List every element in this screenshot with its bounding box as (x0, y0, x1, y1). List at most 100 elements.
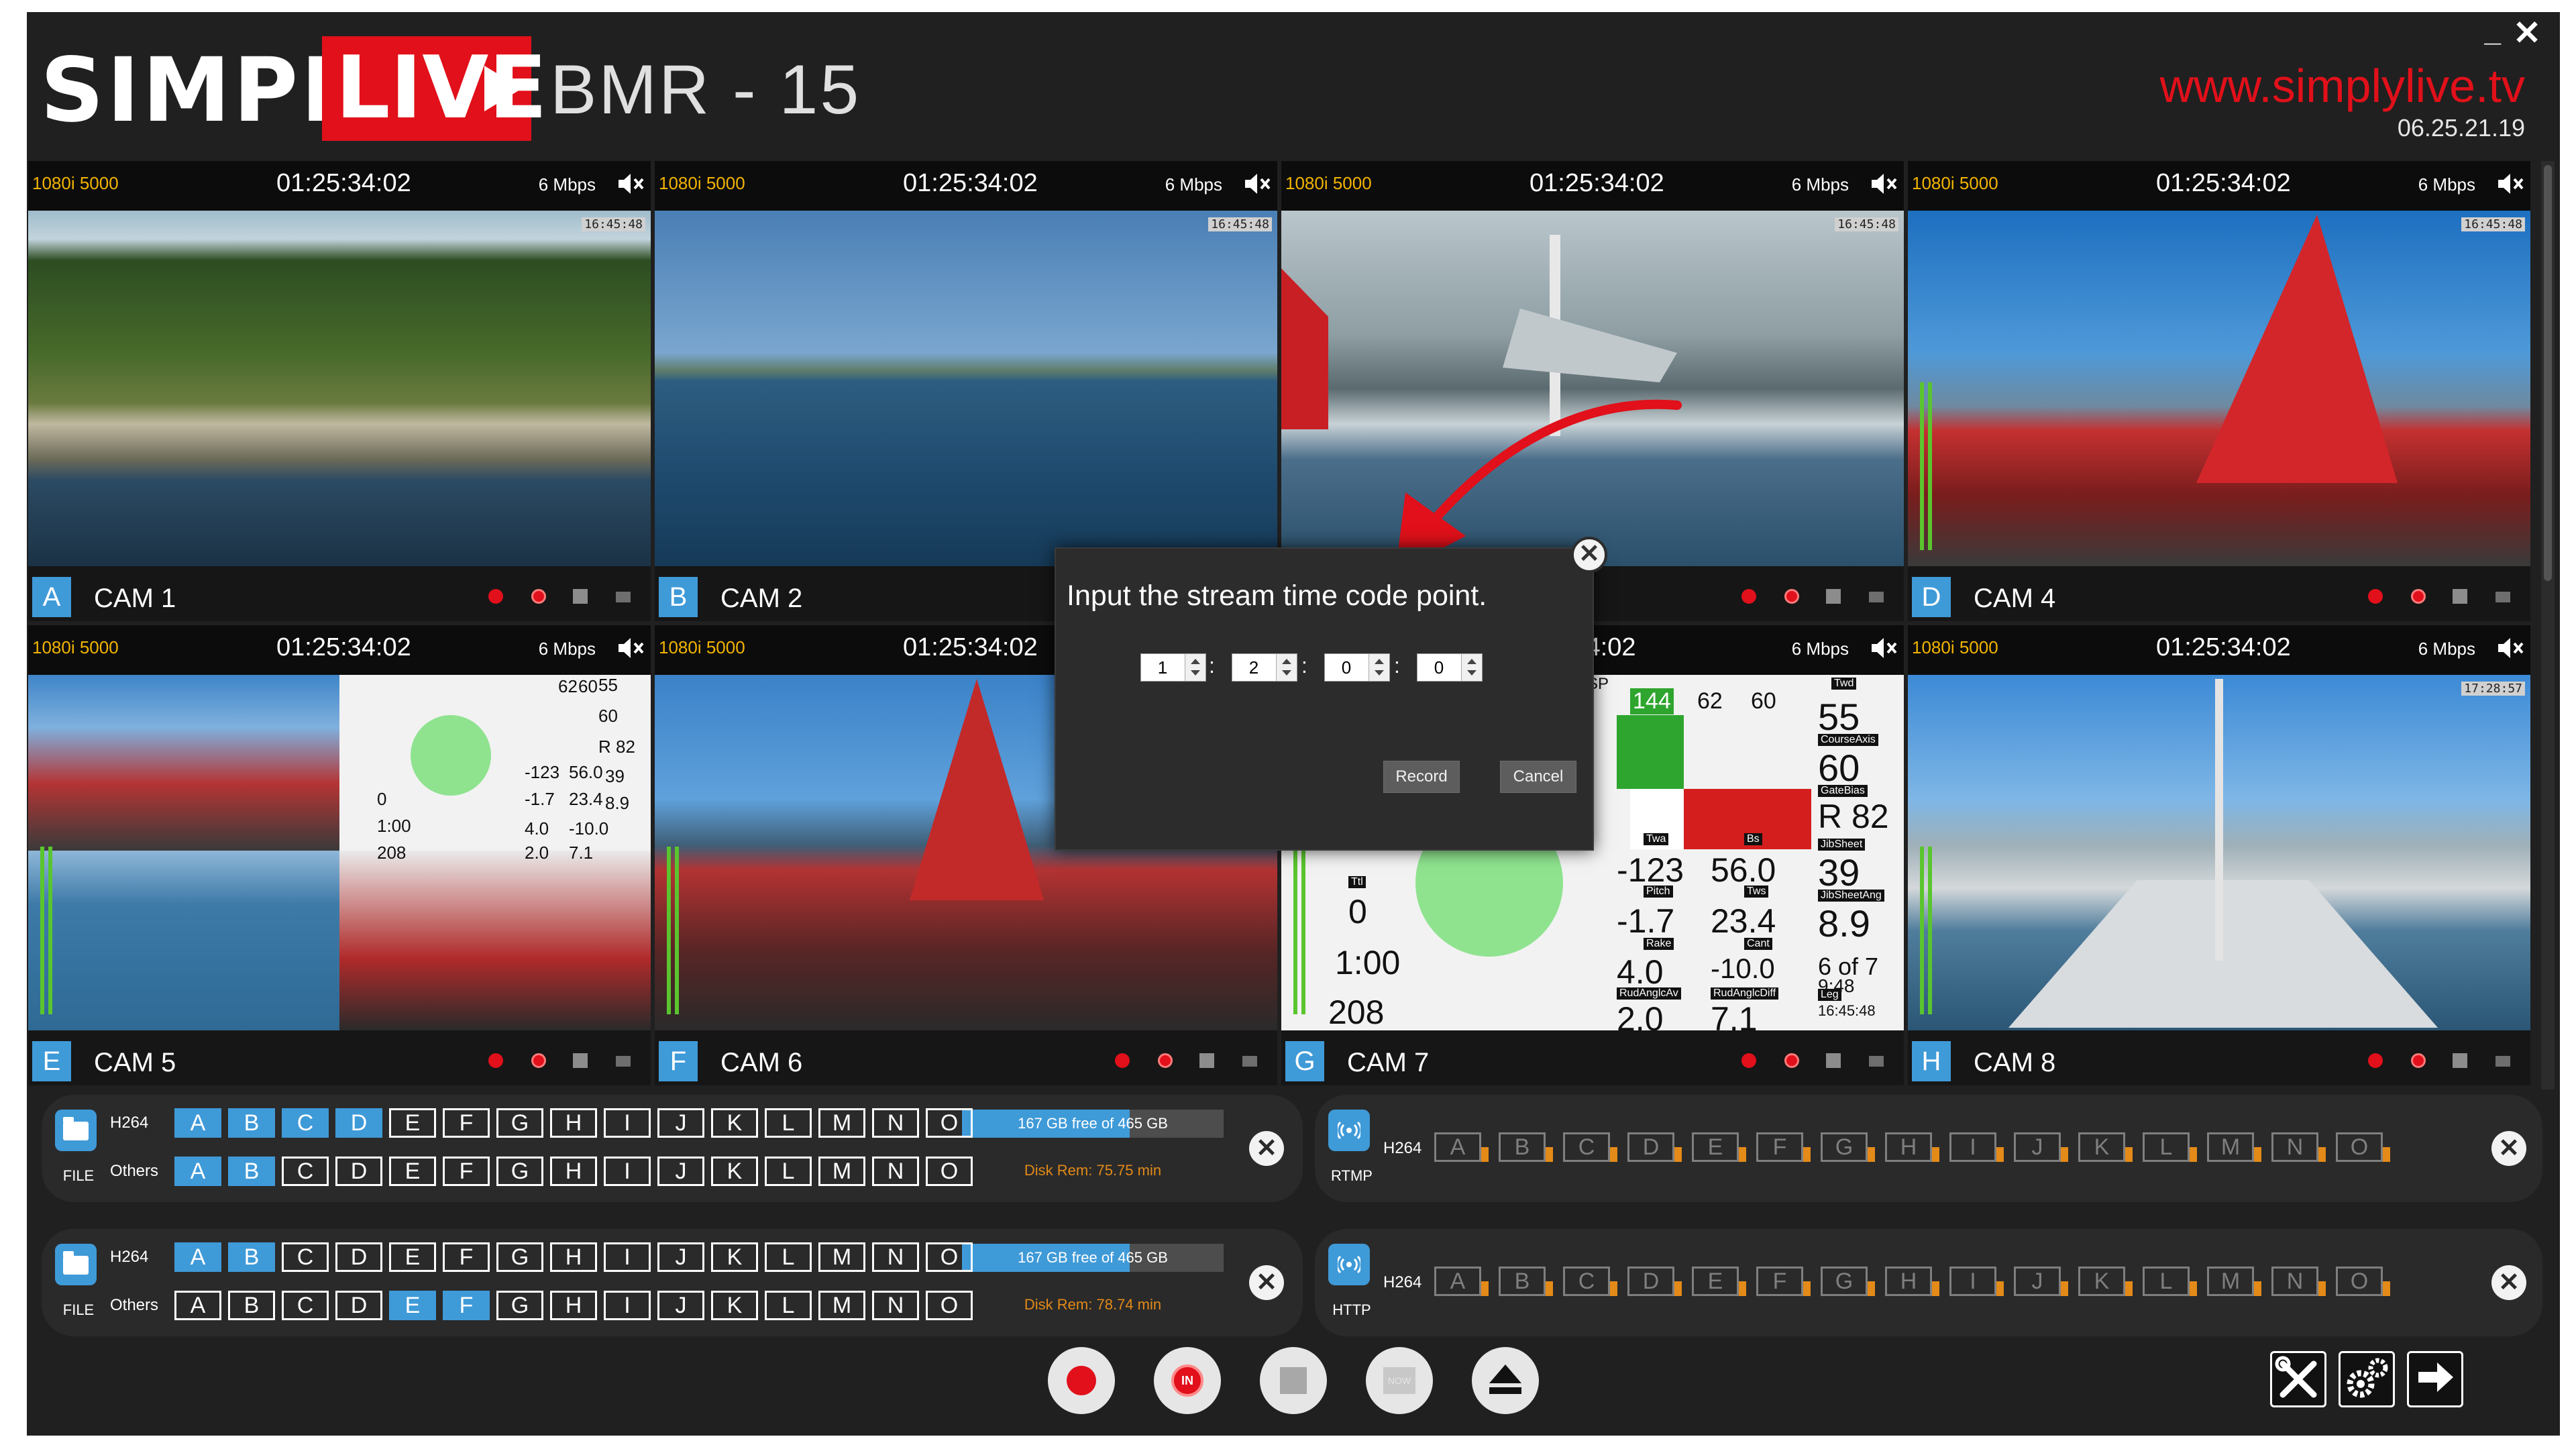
source-key-m[interactable]: M (818, 1242, 865, 1272)
source-key-h[interactable]: H (550, 1157, 597, 1186)
close-window-button[interactable]: ✕ (2513, 13, 2541, 52)
source-key-b[interactable]: B (1499, 1132, 1553, 1162)
source-key-f[interactable]: F (443, 1291, 490, 1320)
source-key-g[interactable]: G (1821, 1267, 1875, 1296)
camera-tile-h[interactable]: 1080i 5000 01:25:34:02 6 Mbps 17:28:57 H CAM … (1908, 625, 2530, 1085)
eject-icon[interactable] (2496, 1056, 2510, 1067)
eject-icon[interactable] (2496, 592, 2510, 602)
source-key-d[interactable]: D (1627, 1132, 1682, 1162)
record-button[interactable]: Record (1383, 761, 1460, 793)
spin-down-icon[interactable] (1191, 670, 1200, 676)
source-key-h[interactable]: H (550, 1291, 597, 1320)
source-key-h[interactable]: H (1885, 1267, 1939, 1296)
in-point-icon[interactable] (2411, 589, 2426, 604)
source-key-i[interactable]: I (604, 1108, 651, 1138)
source-key-o[interactable]: O (926, 1108, 973, 1138)
source-key-k[interactable]: K (711, 1108, 758, 1138)
record-dot-icon[interactable] (2368, 1053, 2383, 1068)
source-key-j[interactable]: J (657, 1242, 704, 1272)
source-key-o[interactable]: O (2336, 1132, 2390, 1162)
timecode-minutes-input[interactable] (1232, 654, 1275, 681)
source-key-i[interactable]: I (604, 1242, 651, 1272)
source-key-e[interactable]: E (1692, 1132, 1746, 1162)
timecode-seconds-stepper[interactable] (1324, 653, 1390, 682)
tools-button[interactable] (2270, 1351, 2326, 1407)
settings-button[interactable] (2339, 1351, 2395, 1407)
source-key-g[interactable]: G (496, 1242, 543, 1272)
spin-down-icon[interactable] (1375, 670, 1384, 676)
record-dot-icon[interactable] (1741, 1053, 1756, 1068)
source-key-f[interactable]: F (1756, 1267, 1811, 1296)
source-key-j[interactable]: J (657, 1157, 704, 1186)
seconds-spin-arrows[interactable] (1368, 654, 1389, 681)
source-key-c[interactable]: C (282, 1242, 329, 1272)
source-key-l[interactable]: L (765, 1242, 812, 1272)
source-key-i[interactable]: I (1949, 1267, 2004, 1296)
spin-up-icon[interactable] (1467, 659, 1477, 664)
mute-icon[interactable] (1869, 635, 1898, 661)
source-key-g[interactable]: G (496, 1157, 543, 1186)
source-key-l[interactable]: L (765, 1291, 812, 1320)
dialog-close-icon[interactable]: ✕ (1571, 537, 1607, 573)
source-key-e[interactable]: E (1692, 1267, 1746, 1296)
stream-icon[interactable] (1328, 1110, 1370, 1151)
camera-tile-e[interactable]: 1080i 5000 01:25:34:02 6 Mbps 55 60 R 82 -123 5… (28, 625, 651, 1085)
stop-icon[interactable] (573, 1053, 588, 1068)
source-key-b[interactable]: B (228, 1108, 275, 1138)
camera-tile-d[interactable]: 1080i 5000 01:25:34:02 6 Mbps 16:45:48 D CAM … (1908, 161, 2530, 621)
source-key-o[interactable]: O (926, 1242, 973, 1272)
source-key-b[interactable]: B (228, 1291, 275, 1320)
exit-button[interactable] (2407, 1351, 2463, 1407)
source-key-c[interactable]: C (282, 1157, 329, 1186)
timecode-frames-stepper[interactable] (1417, 653, 1483, 682)
source-key-d[interactable]: D (1627, 1267, 1682, 1296)
source-key-b[interactable]: B (1499, 1267, 1553, 1296)
record-dot-icon[interactable] (488, 1053, 503, 1068)
mute-icon[interactable] (616, 170, 645, 197)
record-dot-icon[interactable] (1741, 589, 1756, 604)
source-key-b[interactable]: B (228, 1157, 275, 1186)
spin-up-icon[interactable] (1282, 659, 1291, 664)
in-point-icon[interactable] (2411, 1053, 2426, 1068)
source-key-h[interactable]: H (550, 1242, 597, 1272)
eject-icon[interactable] (616, 592, 631, 602)
eject-icon[interactable] (1869, 592, 1884, 602)
minimize-button[interactable]: _ (2485, 15, 2501, 48)
video-preview[interactable]: 55 60 R 82 -123 56.0 39 -1.7 23.4 8.9 4.0 -10.0 2.0… (28, 675, 651, 1030)
eject-transport-button[interactable] (1472, 1347, 1539, 1414)
source-key-j[interactable]: J (657, 1291, 704, 1320)
source-key-n[interactable]: N (872, 1291, 919, 1320)
source-key-j[interactable]: J (657, 1108, 704, 1138)
record-dot-icon[interactable] (488, 589, 503, 604)
source-key-n[interactable]: N (2271, 1267, 2326, 1296)
source-key-f[interactable]: F (443, 1242, 490, 1272)
spin-up-icon[interactable] (1375, 659, 1384, 664)
stop-icon[interactable] (2453, 589, 2467, 604)
folder-icon[interactable] (55, 1244, 97, 1285)
in-point-icon[interactable] (1158, 1053, 1173, 1068)
video-preview[interactable] (655, 211, 1277, 566)
mute-icon[interactable] (616, 635, 645, 661)
source-key-l[interactable]: L (765, 1108, 812, 1138)
mute-icon[interactable] (2496, 635, 2525, 661)
source-key-c[interactable]: C (282, 1291, 329, 1320)
source-key-m[interactable]: M (2207, 1132, 2261, 1162)
source-key-j[interactable]: J (2014, 1132, 2068, 1162)
eject-icon[interactable] (616, 1056, 631, 1067)
stop-transport-button[interactable] (1260, 1347, 1327, 1414)
source-key-a[interactable]: A (174, 1108, 221, 1138)
source-key-k[interactable]: K (711, 1242, 758, 1272)
source-key-h[interactable]: H (1885, 1132, 1939, 1162)
source-key-f[interactable]: F (1756, 1132, 1811, 1162)
grid-scrollbar[interactable] (2541, 161, 2555, 1089)
timecode-hours-stepper[interactable] (1140, 653, 1206, 682)
source-key-l[interactable]: L (2143, 1267, 2197, 1296)
source-key-c[interactable]: C (1563, 1132, 1617, 1162)
remove-recorder-icon[interactable]: ✕ (2491, 1265, 2526, 1300)
source-key-d[interactable]: D (335, 1108, 382, 1138)
source-key-i[interactable]: I (1949, 1132, 2004, 1162)
record-dot-icon[interactable] (1115, 1053, 1130, 1068)
source-key-k[interactable]: K (711, 1157, 758, 1186)
source-key-m[interactable]: M (818, 1108, 865, 1138)
spin-down-icon[interactable] (1467, 670, 1477, 676)
